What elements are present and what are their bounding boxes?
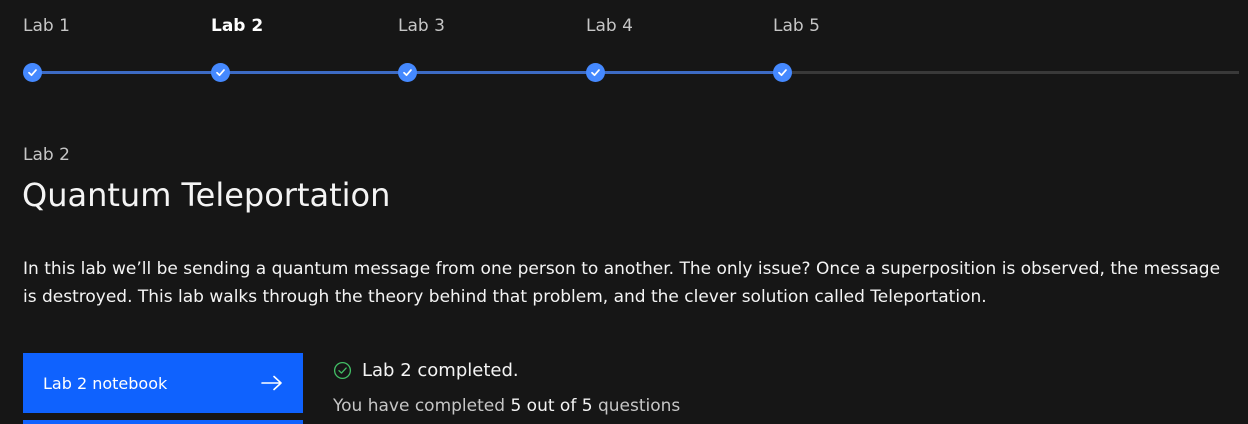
lab-notebook-button[interactable]: Lab 2 notebook (23, 353, 303, 413)
checkmark-icon (28, 69, 37, 77)
lab-eyebrow: Lab 2 (23, 145, 70, 165)
checkmark-icon (591, 69, 600, 77)
completion-status-text: Lab 2 completed. (362, 360, 519, 381)
question-progress: You have completed 5 out of 5 questions (333, 396, 680, 416)
lab-notebook-button-next-edge (23, 420, 303, 424)
step-label-lab-5[interactable]: Lab 5 (773, 16, 820, 36)
step-label-lab-1[interactable]: Lab 1 (23, 16, 70, 36)
arrow-right-icon (261, 375, 282, 391)
lab-title: Quantum Teleportation (22, 176, 391, 214)
lab-page: Lab 1 Lab 2 Lab 3 Lab 4 Lab 5 Lab 2 Quan… (0, 0, 1248, 424)
progress-prefix: You have completed (333, 396, 506, 416)
step-dot-lab-4[interactable] (586, 63, 605, 82)
checkmark-icon (778, 69, 787, 77)
progress-suffix: questions (597, 396, 681, 416)
checkmark-icon (216, 69, 225, 77)
out-of-text: out of (526, 396, 577, 416)
total-count: 5 (581, 396, 593, 416)
lab-notebook-button-label: Lab 2 notebook (43, 373, 168, 393)
checkmark-outline-icon (333, 361, 352, 380)
step-dot-lab-2[interactable] (211, 63, 230, 82)
step-dot-lab-5[interactable] (773, 63, 792, 82)
step-label-lab-3[interactable]: Lab 3 (398, 16, 445, 36)
step-label-lab-4[interactable]: Lab 4 (586, 16, 633, 36)
checkmark-icon (403, 69, 412, 77)
lab-description: In this lab we’ll be sending a quantum m… (23, 259, 1221, 307)
completed-count: 5 (510, 396, 522, 416)
step-dot-lab-1[interactable] (23, 63, 42, 82)
completion-status: Lab 2 completed. (333, 360, 519, 381)
stepper-track-remaining (783, 71, 1239, 74)
step-dot-lab-3[interactable] (398, 63, 417, 82)
step-label-lab-2[interactable]: Lab 2 (211, 16, 263, 36)
